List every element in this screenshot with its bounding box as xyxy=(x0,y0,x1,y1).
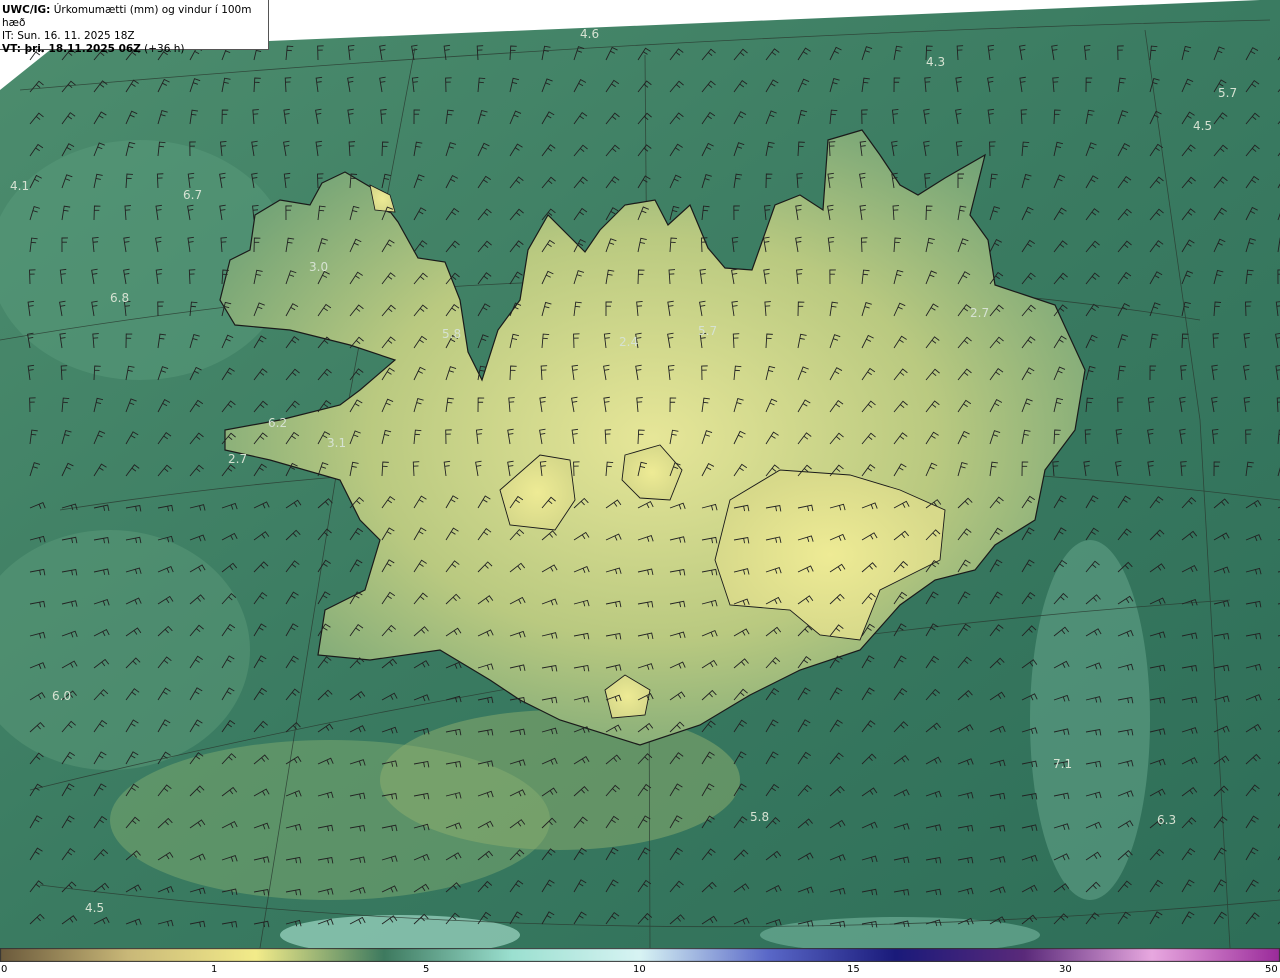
value-label: 6.8 xyxy=(110,291,129,305)
colorbar-ticks: 0 1 5 10 15 30 50 xyxy=(0,962,1280,978)
value-label: 3.1 xyxy=(327,436,346,450)
value-label: 2.7 xyxy=(228,452,247,466)
value-label: 3.0 xyxy=(309,260,328,274)
value-label: 4.5 xyxy=(85,901,104,915)
value-label: 6.3 xyxy=(1157,813,1176,827)
value-label: 5.8 xyxy=(750,810,769,824)
value-label: 6.0 xyxy=(52,689,71,703)
colorbar-tick: 0 xyxy=(1,964,8,975)
colorbar-tick: 15 xyxy=(847,964,860,975)
precipitation-wind-map: 4.6 4.3 5.7 4.5 4.1 6.7 3.0 6.8 5.8 2.4 … xyxy=(0,0,1280,948)
value-label: 2.4 xyxy=(619,335,638,349)
colorbar-tick: 5 xyxy=(423,964,430,975)
product-line: UWC/IG: Úrkomumætti (mm) og vindur í 100… xyxy=(2,4,268,30)
value-label: 6.2 xyxy=(268,416,287,430)
colorbar-tick: 30 xyxy=(1059,964,1072,975)
colorbar-tick: 10 xyxy=(633,964,646,975)
product-code: UWC/IG: xyxy=(2,4,51,16)
colorbar-tick: 1 xyxy=(211,964,218,975)
map-header: UWC/IG: Úrkomumætti (mm) og vindur í 100… xyxy=(0,0,269,55)
value-label: 7.1 xyxy=(1053,757,1072,771)
value-label: 2.7 xyxy=(970,306,989,320)
value-label: 4.3 xyxy=(926,55,945,69)
value-label: 5.7 xyxy=(1218,86,1237,100)
value-label: 5.8 xyxy=(442,327,461,341)
colorbar-tick: 50 xyxy=(1265,964,1278,975)
value-label: 4.5 xyxy=(1193,119,1212,133)
valid-time: VT: þri. 18.11.2025 06Z xyxy=(2,43,141,55)
colorbar xyxy=(0,948,1280,962)
value-label: 5.7 xyxy=(698,324,717,338)
value-label: 6.7 xyxy=(183,188,202,202)
valid-line: VT: þri. 18.11.2025 06Z (+36 h) xyxy=(2,43,268,56)
initial-time: IT: Sun. 16. 11. 2025 18Z xyxy=(2,30,135,42)
value-label: 4.6 xyxy=(580,27,599,41)
value-label: 4.1 xyxy=(10,179,29,193)
valid-offset: (+36 h) xyxy=(144,43,185,55)
